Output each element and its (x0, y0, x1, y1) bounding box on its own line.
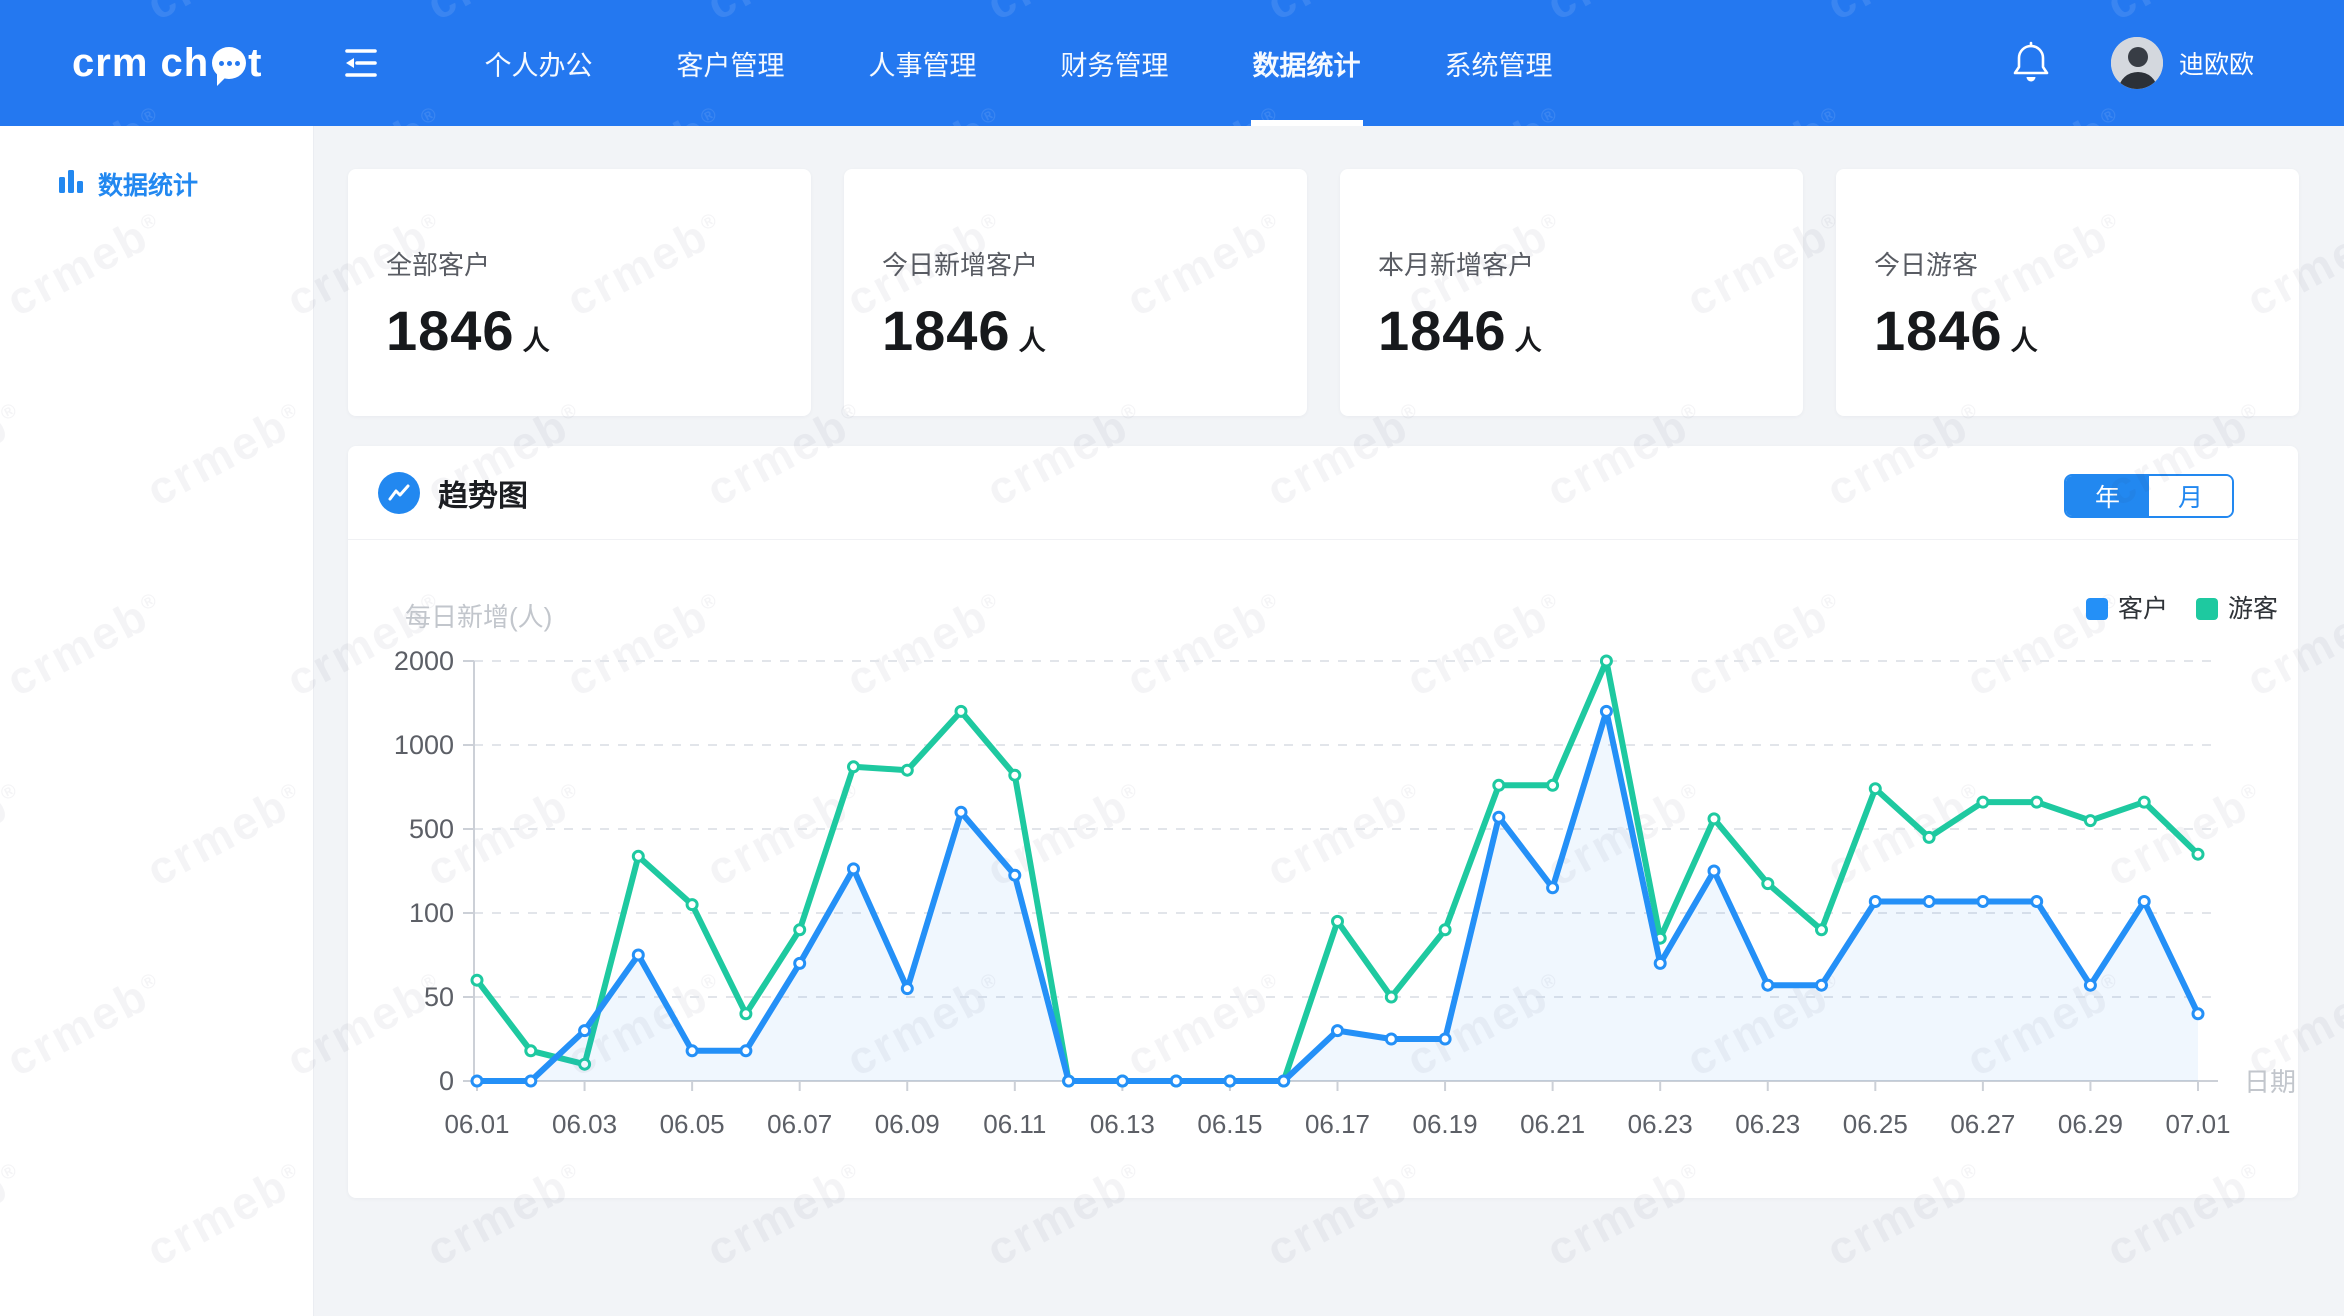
stat-card: 今日游客 1846人 (1836, 169, 2299, 416)
main-nav: 个人办公客户管理人事管理财务管理数据统计系统管理 (443, 0, 1595, 126)
app-logo[interactable]: crm ch t (72, 41, 263, 86)
nav-item-客户管理[interactable]: 客户管理 (635, 0, 827, 126)
menu-toggle-icon[interactable] (341, 43, 381, 83)
nav-item-数据统计[interactable]: 数据统计 (1211, 0, 1403, 126)
nav-item-系统管理[interactable]: 系统管理 (1403, 0, 1595, 126)
stat-card: 今日新增客户 1846人 (844, 169, 1307, 416)
stat-card-label: 今日游客 (1874, 245, 2299, 282)
stat-card-value: 1846人 (386, 298, 811, 363)
user-name: 迪欧欧 (2179, 45, 2254, 81)
panel-title: 趋势图 (438, 471, 528, 515)
sidebar-item-label: 数据统计 (98, 166, 198, 202)
toggle-option-月[interactable]: 月 (2149, 476, 2232, 516)
stat-card-label: 今日新增客户 (882, 245, 1307, 282)
app-header: crmeb®crmeb®crmeb®crmeb®crmeb®crmeb®crme… (0, 0, 2344, 126)
trend-panel-header: 趋势图 年月 (348, 446, 2298, 540)
trend-line-icon (378, 472, 420, 514)
sidebar: 数据统计 (0, 126, 314, 1316)
avatar (2111, 37, 2163, 89)
bell-icon[interactable] (2009, 41, 2053, 85)
main-content: 全部客户 1846人 今日新增客户 1846人 本月新增客户 1846人 今日游客 1846人… (314, 126, 2344, 1316)
chat-bubble-icon (212, 47, 246, 79)
stat-card-label: 本月新增客户 (1378, 245, 1803, 282)
stat-card-value: 1846人 (882, 298, 1307, 363)
stat-cards: 全部客户 1846人 今日新增客户 1846人 本月新增客户 1846人 今日游客 1846人 (348, 169, 2299, 416)
stat-card: 全部客户 1846人 (348, 169, 811, 416)
trend-panel: 趋势图 年月 (348, 446, 2298, 1198)
stat-card-value: 1846人 (1378, 298, 1803, 363)
nav-item-个人办公[interactable]: 个人办公 (443, 0, 635, 126)
logo-text-right: t (248, 41, 262, 86)
sidebar-item-data-stats[interactable]: 数据统计 (0, 126, 313, 202)
stat-card-label: 全部客户 (386, 245, 811, 282)
toggle-option-年[interactable]: 年 (2066, 476, 2149, 516)
nav-item-财务管理[interactable]: 财务管理 (1019, 0, 1211, 126)
stat-card: 本月新增客户 1846人 (1340, 169, 1803, 416)
bar-chart-icon (58, 168, 84, 201)
nav-item-人事管理[interactable]: 人事管理 (827, 0, 1019, 126)
period-toggle: 年月 (2064, 474, 2234, 518)
logo-text-left: crm ch (72, 41, 209, 86)
stat-card-value: 1846人 (1874, 298, 2299, 363)
user-menu[interactable]: 迪欧欧 (2111, 37, 2254, 89)
